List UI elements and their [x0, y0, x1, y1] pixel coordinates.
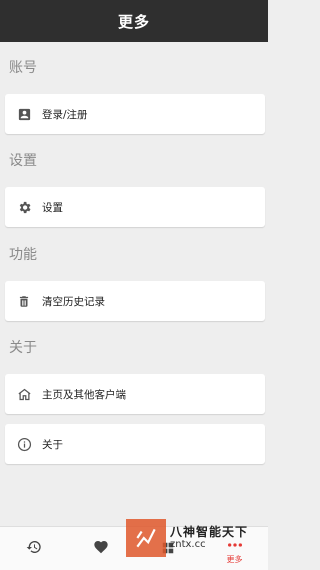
trash-icon	[16, 293, 32, 309]
settings-item[interactable]: 设置	[5, 187, 265, 227]
section-title-features: 功能	[9, 247, 37, 263]
watermark-text: 八神智能天下 zntx.cc	[170, 524, 249, 551]
homepage-clients-item[interactable]: 主页及其他客户端	[5, 374, 265, 414]
history-icon	[26, 539, 42, 559]
watermark-logo	[126, 519, 166, 557]
section-title-settings: 设置	[9, 153, 37, 169]
nav-favorites[interactable]	[67, 527, 134, 570]
clear-history-item[interactable]: 清空历史记录	[5, 281, 265, 321]
nav-history[interactable]	[0, 527, 67, 570]
watermark-line2: zntx.cc	[170, 539, 206, 551]
homepage-clients-label: 主页及其他客户端	[42, 388, 126, 401]
settings-label: 设置	[42, 201, 63, 214]
section-title-account: 账号	[9, 60, 37, 76]
watermark-line1: 八神智能天下	[170, 524, 249, 539]
app-bar: 更多	[0, 0, 268, 42]
info-icon	[16, 436, 32, 452]
heart-icon	[93, 539, 109, 559]
gear-icon	[16, 199, 32, 215]
login-register-label: 登录/注册	[42, 108, 88, 121]
about-item[interactable]: 关于	[5, 424, 265, 464]
account-box-icon	[16, 106, 32, 122]
home-icon	[16, 386, 32, 402]
page-title: 更多	[117, 12, 150, 31]
watermark: 八神智能天下 zntx.cc	[126, 519, 268, 557]
section-title-about: 关于	[9, 340, 37, 356]
about-label: 关于	[42, 438, 63, 451]
clear-history-label: 清空历史记录	[42, 295, 105, 308]
login-register-item[interactable]: 登录/注册	[5, 94, 265, 134]
